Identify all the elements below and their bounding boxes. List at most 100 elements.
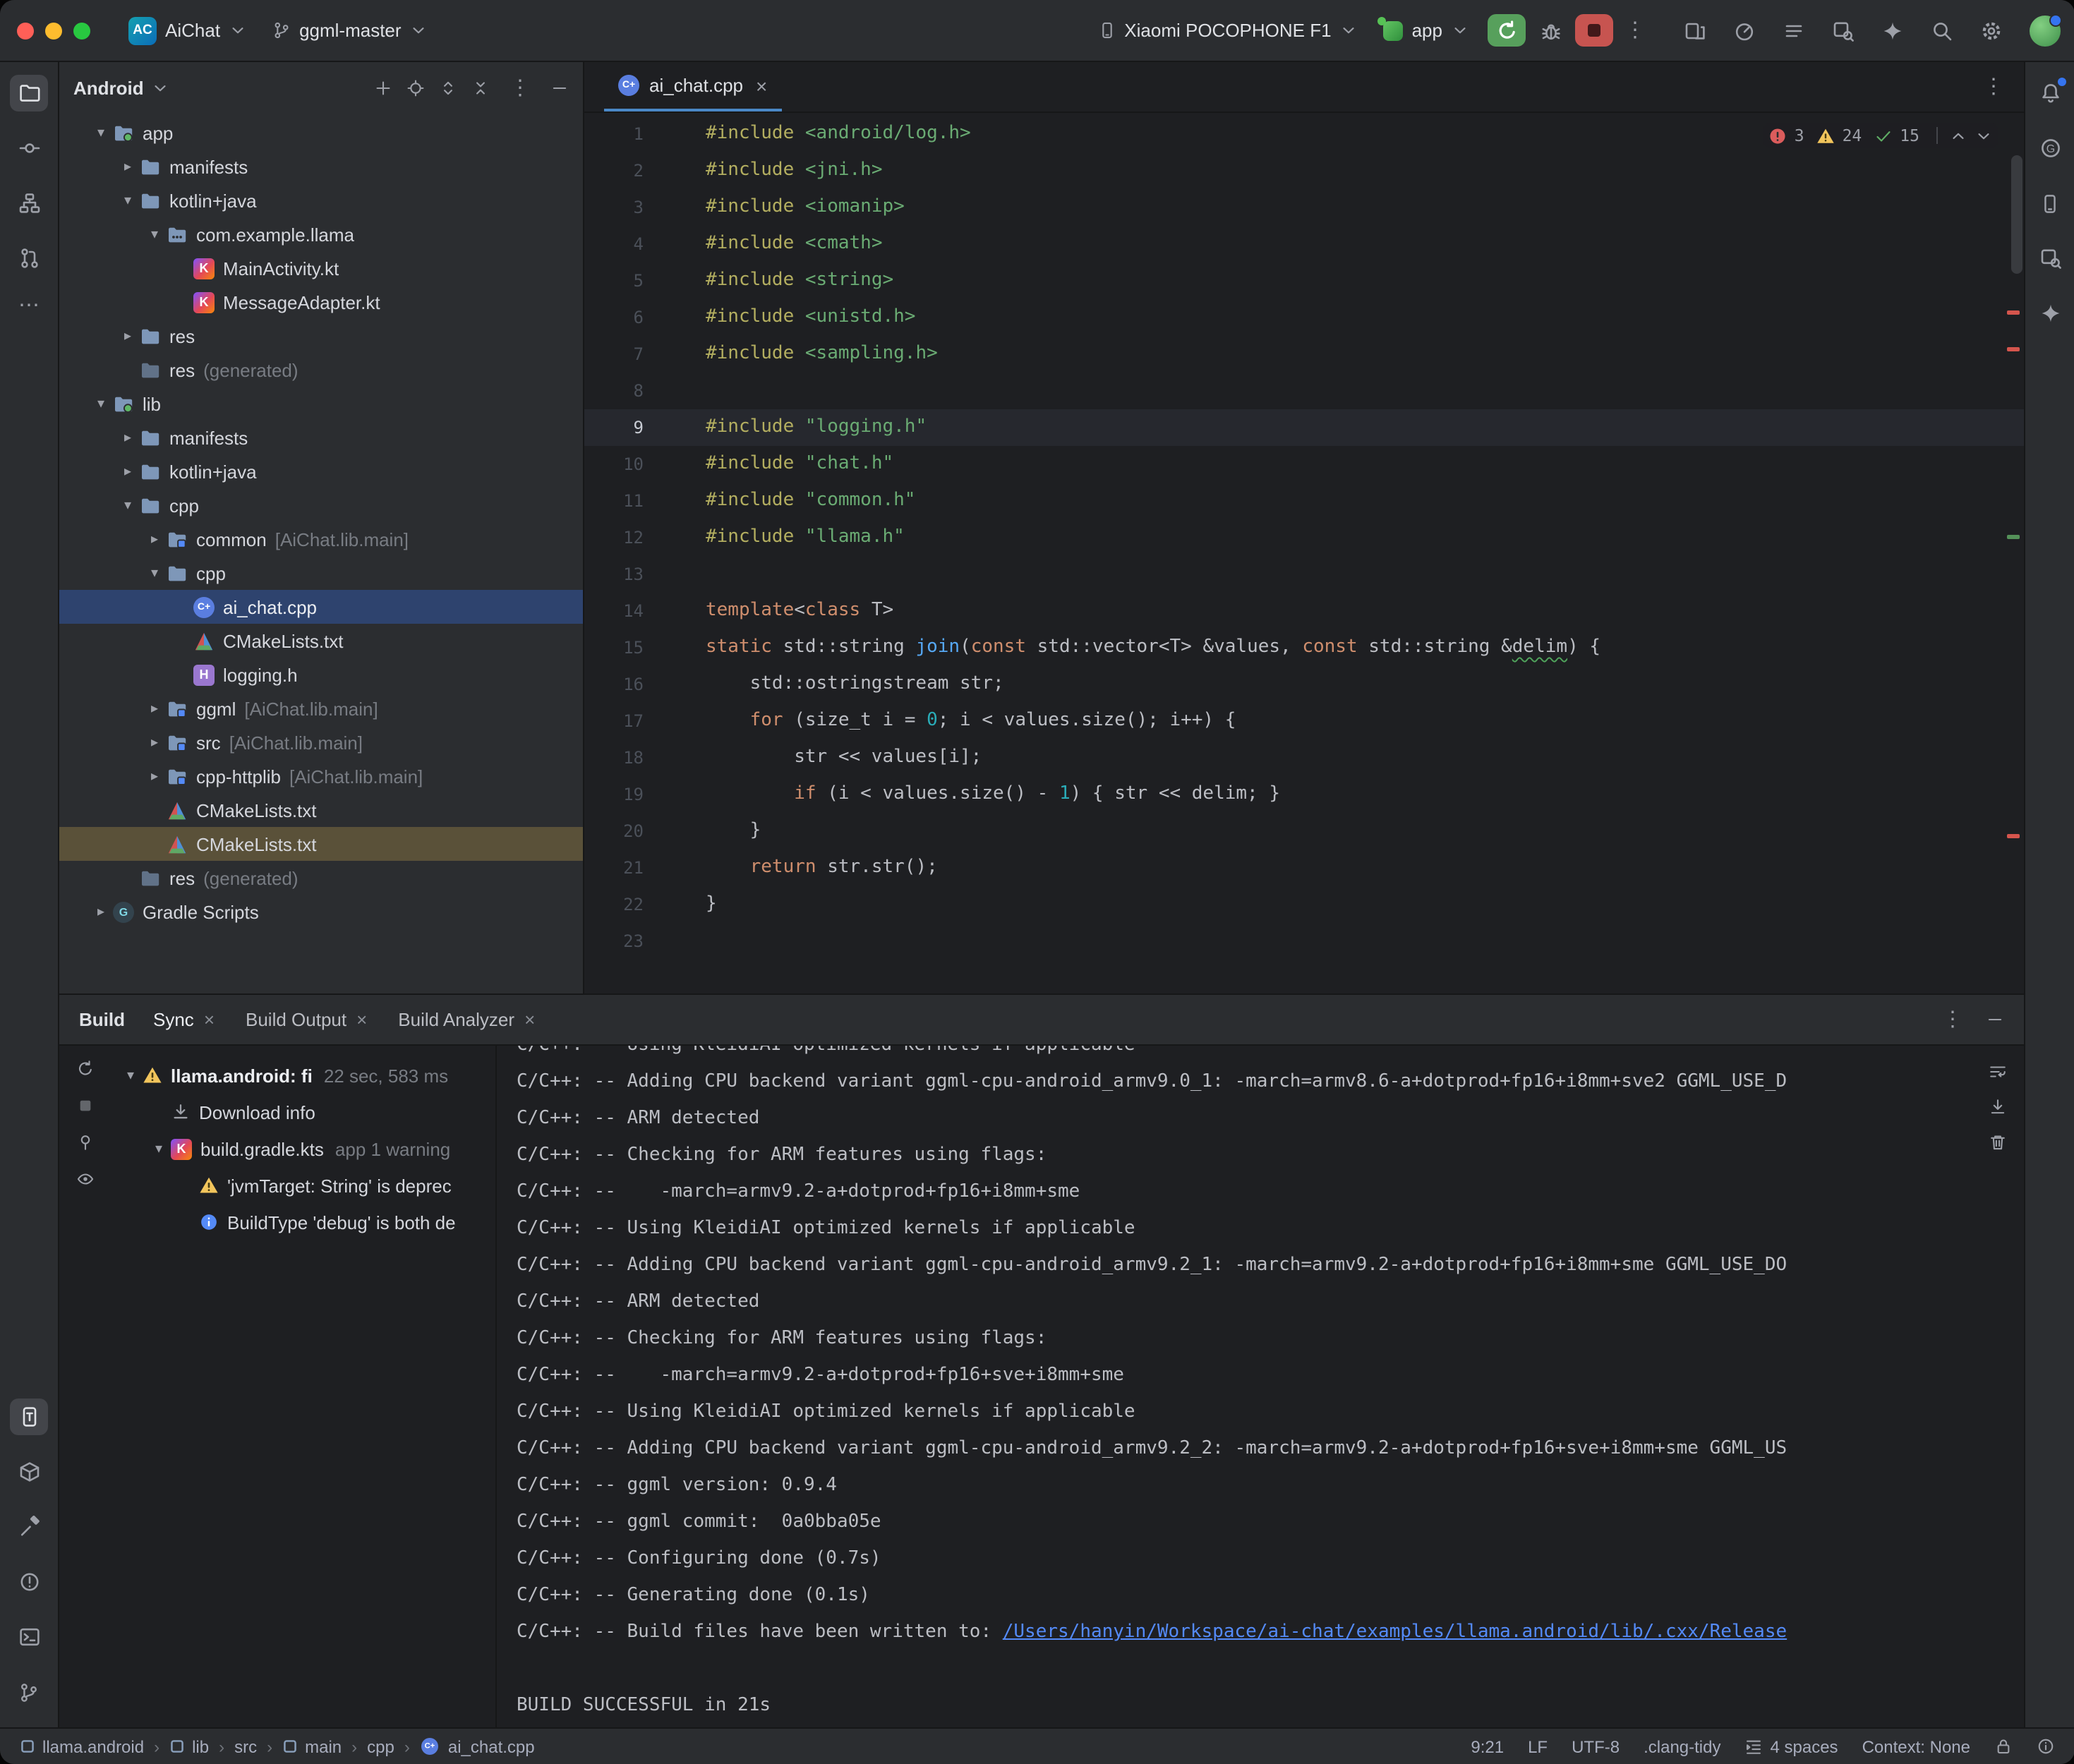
editor-options-icon[interactable]: ⋮ bbox=[1977, 76, 2010, 97]
soft-wrap-icon[interactable] bbox=[1989, 1063, 2007, 1081]
chevron-down-icon[interactable]: ▾ bbox=[89, 125, 113, 140]
project-tree-item-cmakelists-txt[interactable]: CMakeLists.txt bbox=[59, 827, 583, 861]
build-tab-sync[interactable]: Sync× bbox=[153, 1009, 215, 1030]
breadcrumb-main[interactable]: main bbox=[282, 1736, 342, 1756]
code-area[interactable]: 1#include <android/log.h>2#include <jni.… bbox=[584, 113, 2024, 993]
chevron-right-icon[interactable]: ▸ bbox=[116, 328, 140, 344]
code-line-7[interactable]: 7#include <sampling.h> bbox=[584, 336, 2024, 373]
project-tree-item-cpp-httplib[interactable]: ▸cpp-httplib[AiChat.lib.main] bbox=[59, 759, 583, 793]
chevron-right-icon[interactable]: ▸ bbox=[143, 531, 167, 547]
sync-icon[interactable] bbox=[76, 1060, 94, 1078]
line-separator[interactable]: LF bbox=[1528, 1736, 1548, 1756]
build-tree-item-jvmtarget-string-is-deprec[interactable]: 'jvmTarget: String' is deprec bbox=[110, 1167, 495, 1204]
breadcrumb-lib[interactable]: lib bbox=[169, 1736, 209, 1756]
code-line-18[interactable]: 18 str << values[i]; bbox=[584, 739, 2024, 776]
chevron-down-icon[interactable]: ▾ bbox=[147, 1141, 171, 1156]
run-config-selector[interactable]: app bbox=[1374, 14, 1479, 47]
rerun-button[interactable] bbox=[1488, 14, 1526, 47]
event-log-icon[interactable] bbox=[2037, 1737, 2055, 1756]
file-encoding[interactable]: UTF-8 bbox=[1572, 1736, 1620, 1756]
structure-tool-icon[interactable] bbox=[10, 185, 48, 222]
change-stripe-mark[interactable] bbox=[2007, 535, 2020, 539]
project-tree-item-cpp[interactable]: ▾cpp bbox=[59, 488, 583, 522]
error-stripe-mark[interactable] bbox=[2007, 310, 2020, 315]
build-tree-item-download-info[interactable]: Download info bbox=[110, 1094, 495, 1130]
code-line-14[interactable]: 14template<class T> bbox=[584, 593, 2024, 629]
minimize-button[interactable] bbox=[45, 22, 62, 39]
project-tree-item-src[interactable]: ▸src[AiChat.lib.main] bbox=[59, 725, 583, 759]
close-button[interactable] bbox=[17, 22, 34, 39]
zoom-button[interactable] bbox=[73, 22, 90, 39]
gradle-tool-icon[interactable]: G bbox=[2031, 130, 2069, 167]
hide-build-panel-icon[interactable] bbox=[1986, 1010, 2004, 1029]
error-stripe-mark[interactable] bbox=[2007, 834, 2020, 838]
panel-options-icon[interactable]: ⋮ bbox=[504, 77, 536, 98]
device-selector[interactable]: Xiaomi POCOPHONE F1 bbox=[1087, 14, 1368, 47]
lock-icon[interactable] bbox=[1994, 1737, 2013, 1756]
close-tab-icon[interactable]: × bbox=[756, 74, 767, 97]
chevron-right-icon[interactable]: ▸ bbox=[116, 464, 140, 479]
project-tree-item-cpp[interactable]: ▾cpp bbox=[59, 556, 583, 590]
code-line-22[interactable]: 22} bbox=[584, 886, 2024, 923]
project-widget[interactable]: AC AiChat bbox=[119, 11, 257, 50]
chevron-right-icon[interactable]: ▸ bbox=[143, 768, 167, 784]
stop-sync-icon[interactable] bbox=[76, 1097, 94, 1115]
build-tab-build-output[interactable]: Build Output× bbox=[246, 1009, 367, 1030]
error-stripe-mark[interactable] bbox=[2007, 347, 2020, 351]
chevron-down-icon[interactable]: ▾ bbox=[116, 497, 140, 513]
device-mirroring-icon[interactable] bbox=[1677, 13, 1713, 47]
code-line-6[interactable]: 6#include <unistd.h> bbox=[584, 299, 2024, 336]
build-options-icon[interactable]: ⋮ bbox=[1936, 1009, 1969, 1030]
project-tree-item-gradle-scripts[interactable]: ▸GGradle Scripts bbox=[59, 895, 583, 929]
project-tree-item-messageadapter-kt[interactable]: KMessageAdapter.kt bbox=[59, 285, 583, 319]
chevron-down-icon[interactable]: ▾ bbox=[143, 565, 167, 581]
previous-problem-icon[interactable] bbox=[1949, 126, 1967, 145]
inspections-widget[interactable]: 3 24 15 bbox=[1763, 123, 1998, 148]
code-line-15[interactable]: 15static std::string join(const std::vec… bbox=[584, 629, 2024, 666]
breadcrumb-src[interactable]: src bbox=[234, 1736, 257, 1756]
close-tab-icon[interactable]: × bbox=[524, 1009, 535, 1030]
commit-tool-icon[interactable] bbox=[10, 130, 48, 167]
project-tool-icon[interactable] bbox=[10, 75, 48, 111]
code-line-4[interactable]: 4#include <cmath> bbox=[584, 226, 2024, 262]
chevron-right-icon[interactable]: ▸ bbox=[116, 430, 140, 445]
chevron-down-icon[interactable]: ▾ bbox=[119, 1068, 143, 1083]
profile-avatar[interactable] bbox=[2030, 15, 2061, 46]
collapse-all-icon[interactable] bbox=[471, 78, 490, 97]
code-line-17[interactable]: 17 for (size_t i = 0; i < values.size();… bbox=[584, 703, 2024, 739]
scroll-to-end-icon[interactable] bbox=[1989, 1098, 2007, 1116]
project-view-selector[interactable]: Android bbox=[73, 77, 169, 98]
code-line-9[interactable]: 9#include "logging.h" bbox=[584, 409, 2024, 446]
running-devices-tool-icon[interactable] bbox=[10, 1398, 48, 1435]
build-tree-item-buildtype-debug-is-both-de[interactable]: BuildType 'debug' is both de bbox=[110, 1204, 495, 1240]
chevron-right-icon[interactable]: ▸ bbox=[116, 159, 140, 174]
build-tab-build-analyzer[interactable]: Build Analyzer× bbox=[398, 1009, 535, 1030]
code-line-5[interactable]: 5#include <string> bbox=[584, 262, 2024, 299]
assistant-icon[interactable] bbox=[2031, 295, 2069, 332]
breadcrumb-ai-chat-cpp[interactable]: C+ai_chat.cpp bbox=[420, 1736, 535, 1757]
hide-panel-icon[interactable] bbox=[550, 78, 569, 97]
project-tree-item-res[interactable]: ▸res bbox=[59, 319, 583, 353]
package-tool-icon[interactable] bbox=[10, 1454, 48, 1490]
app-inspection-icon[interactable] bbox=[1825, 13, 1862, 47]
chevron-down-icon[interactable]: ▾ bbox=[89, 396, 113, 411]
chevron-right-icon[interactable]: ▸ bbox=[143, 701, 167, 716]
search-everywhere-icon[interactable] bbox=[1924, 13, 1960, 47]
project-tree-item-res[interactable]: res(generated) bbox=[59, 353, 583, 387]
code-line-12[interactable]: 12#include "llama.h" bbox=[584, 519, 2024, 556]
chevron-down-icon[interactable]: ▾ bbox=[143, 226, 167, 242]
close-tab-icon[interactable]: × bbox=[204, 1009, 215, 1030]
code-line-21[interactable]: 21 return str.str(); bbox=[584, 850, 2024, 886]
indent-widget[interactable]: 4 spaces bbox=[1745, 1736, 1838, 1756]
version-control-tool-icon[interactable] bbox=[10, 1674, 48, 1710]
build-tree-item-build-gradle-kts[interactable]: ▾Kbuild.gradle.ktsapp 1 warning bbox=[110, 1130, 495, 1167]
code-line-23[interactable]: 23 bbox=[584, 923, 2024, 960]
code-line-16[interactable]: 16 std::ostringstream str; bbox=[584, 666, 2024, 703]
add-icon[interactable] bbox=[374, 78, 392, 97]
code-line-3[interactable]: 3#include <iomanip> bbox=[584, 189, 2024, 226]
clear-console-icon[interactable] bbox=[1989, 1133, 2007, 1152]
code-line-19[interactable]: 19 if (i < values.size() - 1) { str << d… bbox=[584, 776, 2024, 813]
project-tree-item-kotlin-java[interactable]: ▾kotlin+java bbox=[59, 183, 583, 217]
profiler-icon[interactable] bbox=[1726, 13, 1763, 47]
project-tree-item-mainactivity-kt[interactable]: KMainActivity.kt bbox=[59, 251, 583, 285]
